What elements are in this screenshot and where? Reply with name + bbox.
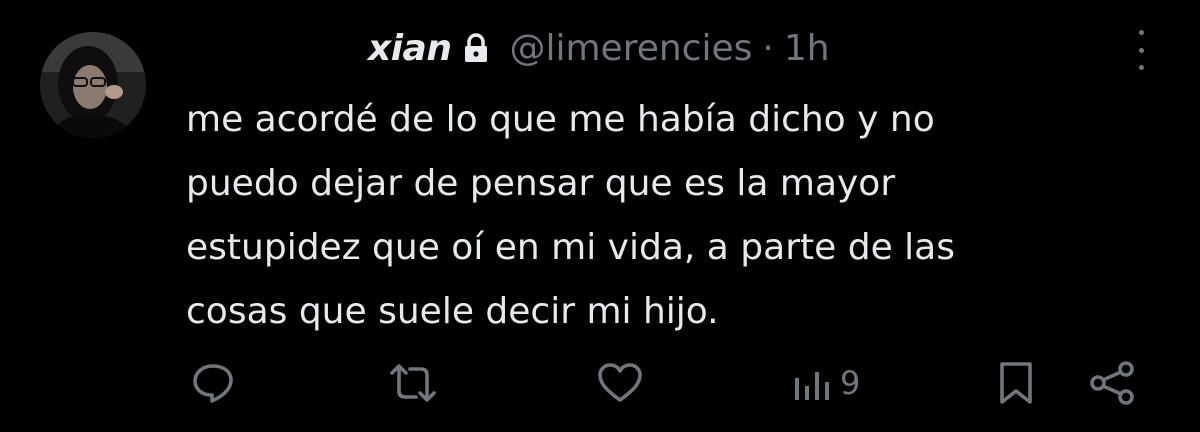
share-icon [1088,360,1138,406]
retweet-icon [388,360,438,406]
more-options-icon[interactable] [1127,30,1155,70]
bookmark-button[interactable] [996,360,1036,406]
tweet-header: xian @limerencies · 1h [368,24,830,72]
separator-dot: · [762,27,774,69]
views-icon [792,360,832,406]
tweet-text-line: estupidez que oí en mi vida, a parte de … [186,227,955,268]
reply-icon [190,360,236,406]
reply-button[interactable] [190,360,236,406]
views-button[interactable]: 9 [792,360,860,406]
share-button[interactable] [1088,360,1138,406]
tweet-text-line: me acordé de lo que me había dicho y no [186,99,935,140]
like-button[interactable] [596,360,644,406]
tweet-text-line: puedo dejar de pensar que es la mayor [186,163,896,204]
retweet-button[interactable] [388,360,438,406]
handle[interactable]: @limerencies [509,28,752,69]
heart-icon [596,360,644,406]
bookmark-icon [996,360,1036,406]
display-name[interactable]: xian [368,28,452,69]
tweet-text-line: cosas que suele decir mi hijo. [186,291,719,332]
lock-icon [463,33,489,63]
views-count: 9 [840,364,861,402]
tweet-text: me acordé de lo que me había dicho y no … [186,88,1146,344]
avatar[interactable] [40,32,146,138]
timestamp[interactable]: 1h [784,28,830,69]
